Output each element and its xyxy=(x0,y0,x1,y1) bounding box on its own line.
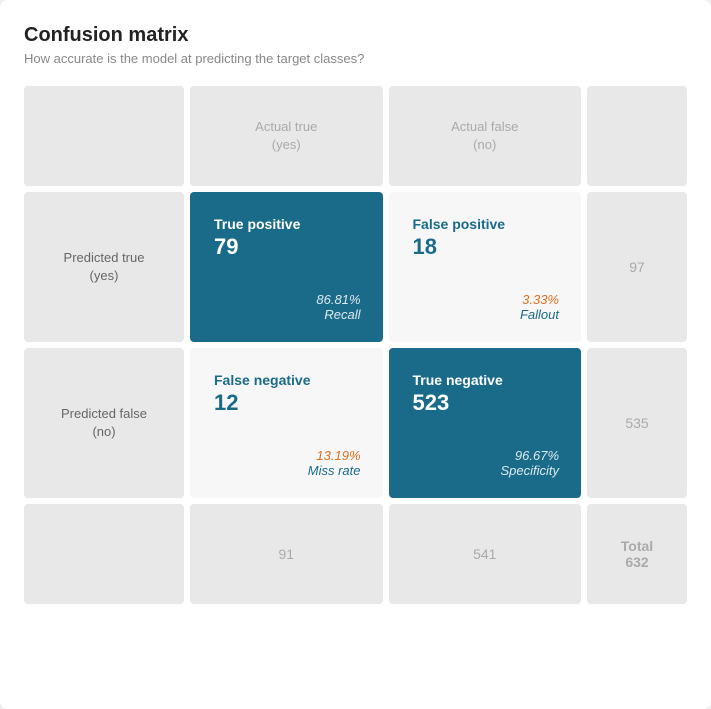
cell-true-negative: True negative 523 96.67% Specificity xyxy=(389,348,582,498)
actual-false-label: Actual false(no) xyxy=(451,118,518,154)
col2-total: 91 xyxy=(278,546,294,562)
tp-stat: Recall xyxy=(316,307,360,322)
fn-stats: 13.19% Miss rate xyxy=(308,448,361,478)
matrix-grid: Actual true(yes) Actual false(no) Predic… xyxy=(24,86,687,604)
actual-true-label: Actual true(yes) xyxy=(255,118,317,154)
tn-stat: Specificity xyxy=(500,463,559,478)
tp-percent: 86.81% xyxy=(316,292,360,307)
fn-percent: 13.19% xyxy=(308,448,361,463)
fn-stat: Miss rate xyxy=(308,463,361,478)
cell-empty-top-left xyxy=(24,86,184,186)
row2-total: 97 xyxy=(629,259,645,275)
cell-predicted-true-label: Predicted true(yes) xyxy=(24,192,184,342)
tp-title: True positive xyxy=(214,216,300,232)
cell-col2-total: 91 xyxy=(190,504,383,604)
cell-false-negative: False negative 12 13.19% Miss rate xyxy=(190,348,383,498)
tp-value: 79 xyxy=(214,234,238,260)
fp-stats: 3.33% Fallout xyxy=(520,292,559,322)
chart-title: Confusion matrix xyxy=(24,24,687,47)
confusion-matrix-card: Confusion matrix How accurate is the mod… xyxy=(0,0,711,709)
cell-grand-total: Total 632 xyxy=(587,504,687,604)
tn-title: True negative xyxy=(413,372,503,388)
fp-stat: Fallout xyxy=(520,307,559,322)
fp-percent: 3.33% xyxy=(520,292,559,307)
predicted-true-label: Predicted true(yes) xyxy=(64,249,145,285)
fn-value: 12 xyxy=(214,390,359,416)
tn-percent: 96.67% xyxy=(500,448,559,463)
cell-row2-total: 97 xyxy=(587,192,687,342)
chart-subtitle: How accurate is the model at predicting … xyxy=(24,51,687,66)
grand-total-label: Total xyxy=(621,538,653,554)
cell-row3-total: 535 xyxy=(587,348,687,498)
predicted-false-label: Predicted false(no) xyxy=(61,405,147,441)
fp-value: 18 xyxy=(413,234,558,260)
cell-actual-true-header: Actual true(yes) xyxy=(190,86,383,186)
cell-predicted-false-label: Predicted false(no) xyxy=(24,348,184,498)
tp-stats: 86.81% Recall xyxy=(316,292,360,322)
row3-total: 535 xyxy=(625,415,648,431)
cell-actual-false-header: Actual false(no) xyxy=(389,86,582,186)
tn-value: 523 xyxy=(413,390,450,416)
grand-total-value: 632 xyxy=(625,554,648,570)
cell-true-positive: True positive 79 86.81% Recall xyxy=(190,192,383,342)
fp-title: False positive xyxy=(413,216,558,232)
cell-empty-top-right xyxy=(587,86,687,186)
col3-total: 541 xyxy=(473,546,496,562)
cell-col3-total: 541 xyxy=(389,504,582,604)
tn-stats: 96.67% Specificity xyxy=(500,448,559,478)
cell-empty-bottom-left xyxy=(24,504,184,604)
fn-title: False negative xyxy=(214,372,359,388)
cell-false-positive: False positive 18 3.33% Fallout xyxy=(389,192,582,342)
